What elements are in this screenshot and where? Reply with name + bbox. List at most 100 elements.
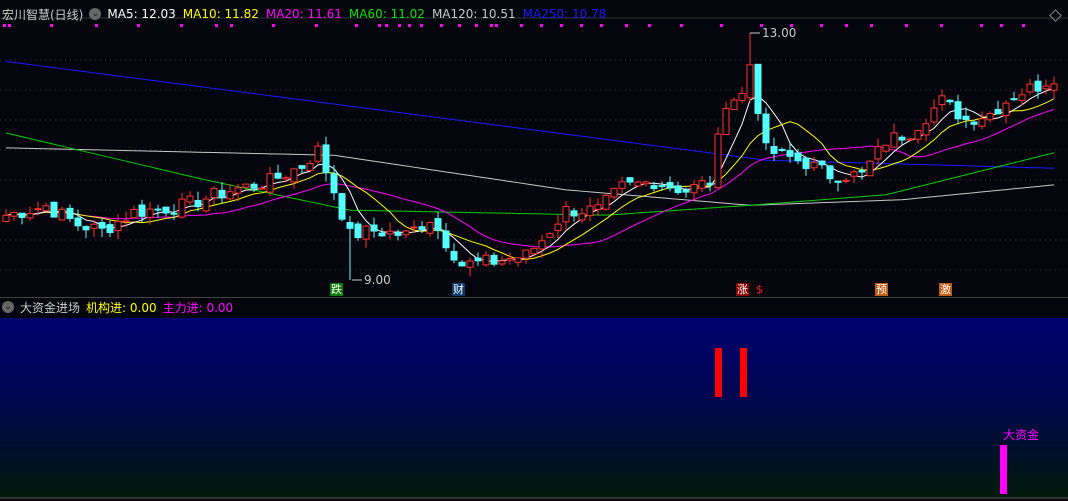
price-chart[interactable]: 13.00 9.00 [0, 0, 1068, 297]
ma-label: MA5: 12.03 [107, 7, 176, 21]
candle-body [530, 247, 538, 255]
candle-body [682, 189, 690, 193]
candle-body [410, 226, 418, 229]
red-signal-bar [715, 348, 722, 397]
red-signal-bar [740, 348, 747, 397]
candle-body [970, 121, 978, 125]
candle-body [450, 251, 458, 261]
candle-body [298, 165, 306, 169]
candle-body [786, 150, 794, 157]
signal-dot [420, 24, 423, 27]
signal-dot [648, 24, 651, 27]
candle-body [394, 232, 402, 236]
candle-body [10, 211, 18, 217]
signal-marker: 跌 [330, 283, 343, 296]
candle-body [882, 144, 890, 152]
candle-body [1018, 94, 1026, 101]
indicator-panel[interactable]: 大资金 [0, 318, 1068, 497]
main-force-value: 主力进: 0.00 [162, 300, 234, 315]
signal-dot [560, 24, 563, 27]
ma5-line [5, 87, 1055, 262]
candle-body [546, 233, 554, 238]
signal-dot [215, 24, 218, 27]
candle-body [826, 165, 834, 180]
signal-marker: 预 [875, 283, 888, 296]
bottom-border [0, 497, 1068, 499]
candle-body [706, 182, 714, 186]
candle-body [610, 187, 618, 198]
signal-dot [315, 24, 318, 27]
candle-body [602, 194, 610, 210]
candle-body [18, 212, 26, 218]
candle-body [402, 230, 410, 236]
signal-dot [378, 24, 381, 27]
candle-body [426, 222, 434, 234]
chevron-down-icon[interactable]: ⌄ [2, 301, 14, 313]
candle-body [914, 130, 922, 140]
candle-body [986, 112, 994, 121]
candle-body [346, 222, 354, 229]
candle-body [738, 92, 746, 101]
candle-body [778, 148, 786, 151]
candle-body [170, 212, 178, 215]
candle-body [1002, 102, 1010, 117]
candle-body [834, 180, 842, 183]
candle-body [354, 223, 362, 239]
candle-body [290, 168, 298, 183]
signal-dot [230, 24, 233, 27]
signal-dot [440, 24, 443, 27]
candle-body [322, 144, 330, 174]
signal-dot [1022, 24, 1025, 27]
candle-body [330, 173, 338, 194]
candle-body [2, 214, 10, 222]
candle-body [58, 208, 66, 221]
candle-body [50, 201, 58, 218]
candle-body [218, 189, 226, 199]
candle-body [130, 208, 138, 219]
signal-dot [520, 24, 523, 27]
candle-body [850, 171, 858, 177]
signal-dot [475, 24, 478, 27]
candle-body [994, 109, 1002, 115]
candle-body [842, 179, 850, 182]
candle-body [466, 260, 474, 268]
candle-body [226, 191, 234, 200]
candle-body [906, 138, 914, 141]
candle-body [754, 63, 762, 114]
low-price-label: 9.00 [364, 273, 391, 287]
signal-dot [580, 24, 583, 27]
candle-body [762, 113, 770, 144]
candle-body [178, 198, 186, 218]
candle-body [114, 220, 122, 232]
candle-body [82, 226, 90, 231]
candle-body [1010, 98, 1018, 101]
chevron-down-icon[interactable]: ⌄ [89, 8, 102, 20]
ma-label: MA120: 10.51 [431, 7, 516, 21]
signal-dot [385, 24, 388, 27]
signal-marker: 财 [452, 283, 465, 296]
signal-dot [845, 24, 848, 27]
signal-dot [137, 24, 140, 27]
candle-body [650, 185, 658, 190]
candle-body [922, 123, 930, 136]
candle-body [1050, 83, 1058, 91]
candle-body [626, 177, 634, 183]
candle-body [106, 224, 114, 234]
candle-body [522, 249, 530, 259]
candle-body [618, 181, 626, 189]
candle-body [1042, 85, 1050, 90]
candle-body [554, 223, 562, 231]
candle-body [234, 187, 242, 194]
candle-body [90, 223, 98, 229]
candle-body [26, 213, 34, 219]
candle-body [802, 157, 810, 169]
candle-body [578, 213, 586, 221]
candle-body [490, 254, 498, 265]
signal-dot [458, 24, 461, 27]
indicator-title: 大资金进场 [20, 300, 81, 315]
candle-body [434, 218, 442, 232]
candle-body [194, 200, 202, 208]
signal-dot [495, 24, 498, 27]
signal-dot [680, 24, 683, 27]
candle-body [770, 146, 778, 154]
